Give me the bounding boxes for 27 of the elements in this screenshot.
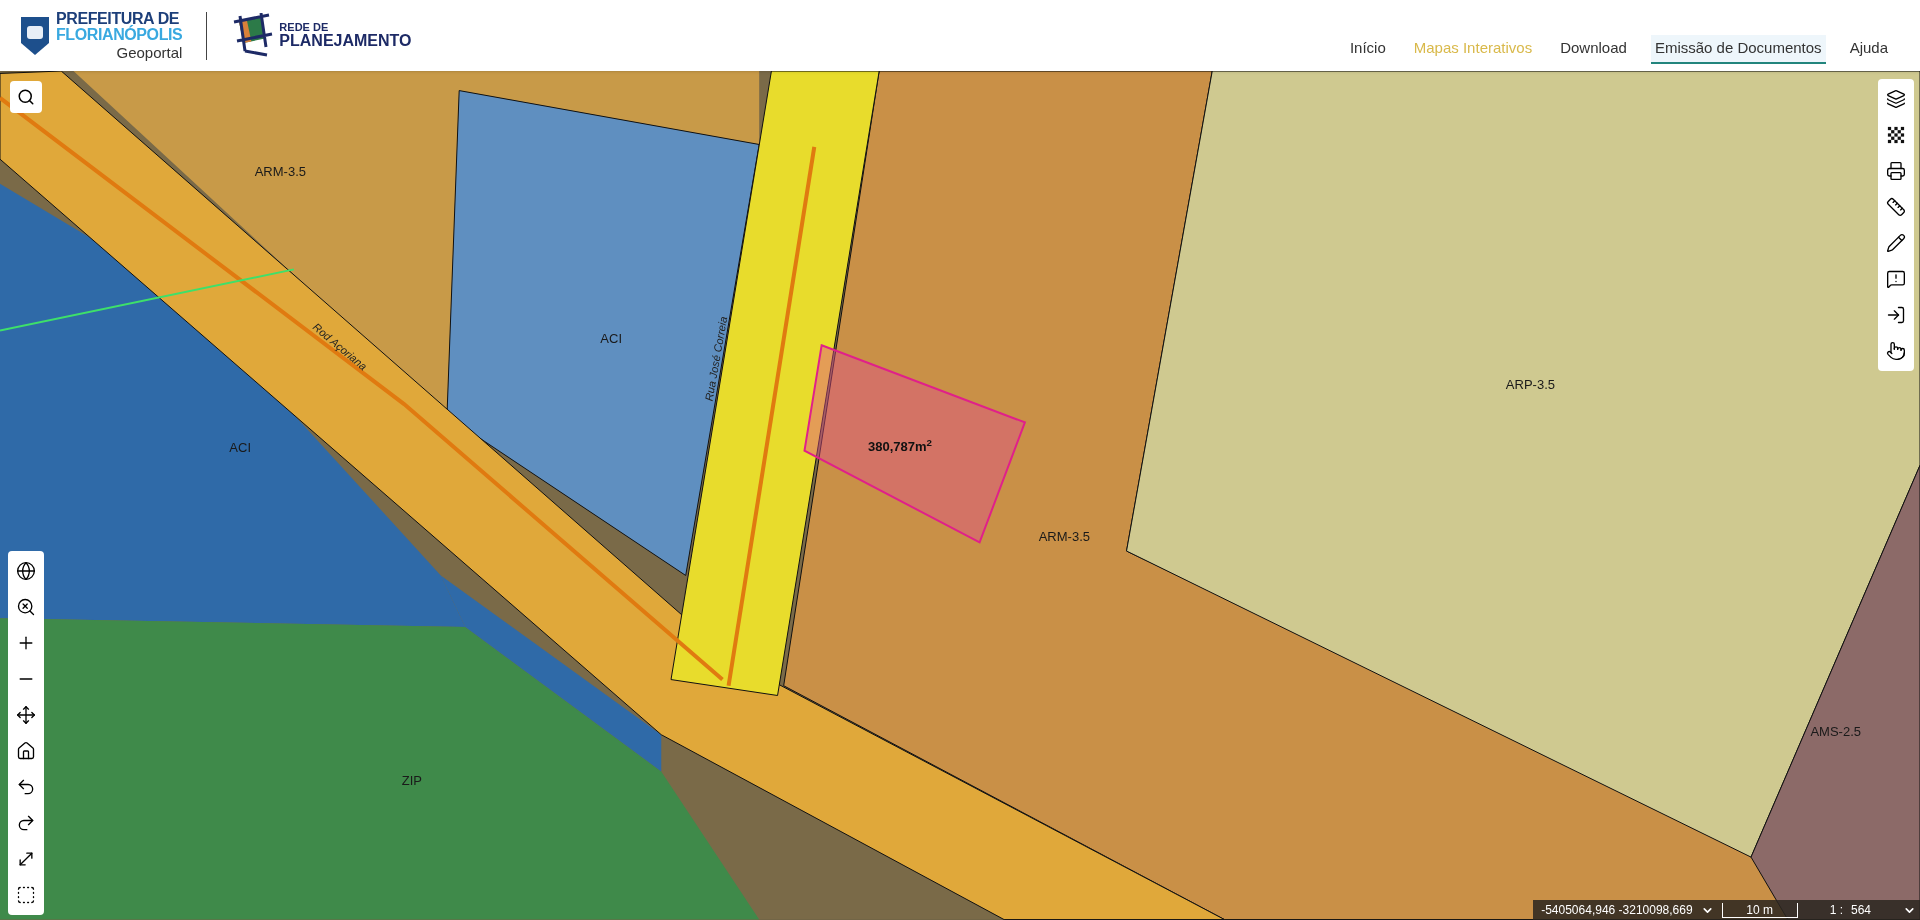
zone-label: ARM-3.5 (254, 162, 306, 181)
logo-subtitle: Geoportal (116, 45, 183, 60)
search-button[interactable] (10, 81, 42, 113)
scale-prefix: 1 : (1829, 902, 1843, 919)
checkerboard-icon[interactable] (1887, 125, 1905, 145)
nav-link[interactable]: Emissão de Documentos (1650, 35, 1826, 64)
scale-bar: 10 m (1721, 902, 1798, 918)
logo-city: FLORIANÓPOLIS (56, 27, 183, 43)
search-icon[interactable] (17, 88, 35, 106)
nav-link[interactable]: Ajuda (1845, 35, 1892, 64)
zone-label: ACI (229, 438, 251, 457)
zone-label: ACI (600, 329, 622, 348)
nav-link[interactable]: Início (1345, 35, 1390, 64)
zone-label: AMS-2.5 (1810, 722, 1861, 741)
city-shield-logo (20, 15, 50, 56)
zone-label: ARM-3.5 (1038, 527, 1090, 546)
parcel-area-label: 380,787m$^{2}$ (868, 437, 932, 456)
zone-label: ZIP (401, 771, 422, 790)
partner-logo-large: PLANEJAMENTO (279, 33, 412, 49)
scale-value: 564 (1851, 902, 1873, 919)
road-label: Rua José Correia (701, 315, 731, 403)
coordinates-text: -5405064,946 -3210098,669 (1541, 902, 1693, 919)
nav-link[interactable]: Download (1556, 35, 1631, 64)
zone-label: ARP-3.5 (1505, 375, 1555, 394)
logo-title: PREFEITURA DE (56, 11, 180, 27)
parcel-outline[interactable] (803, 343, 1027, 544)
partner-logo-small: REDE DE (279, 22, 330, 33)
